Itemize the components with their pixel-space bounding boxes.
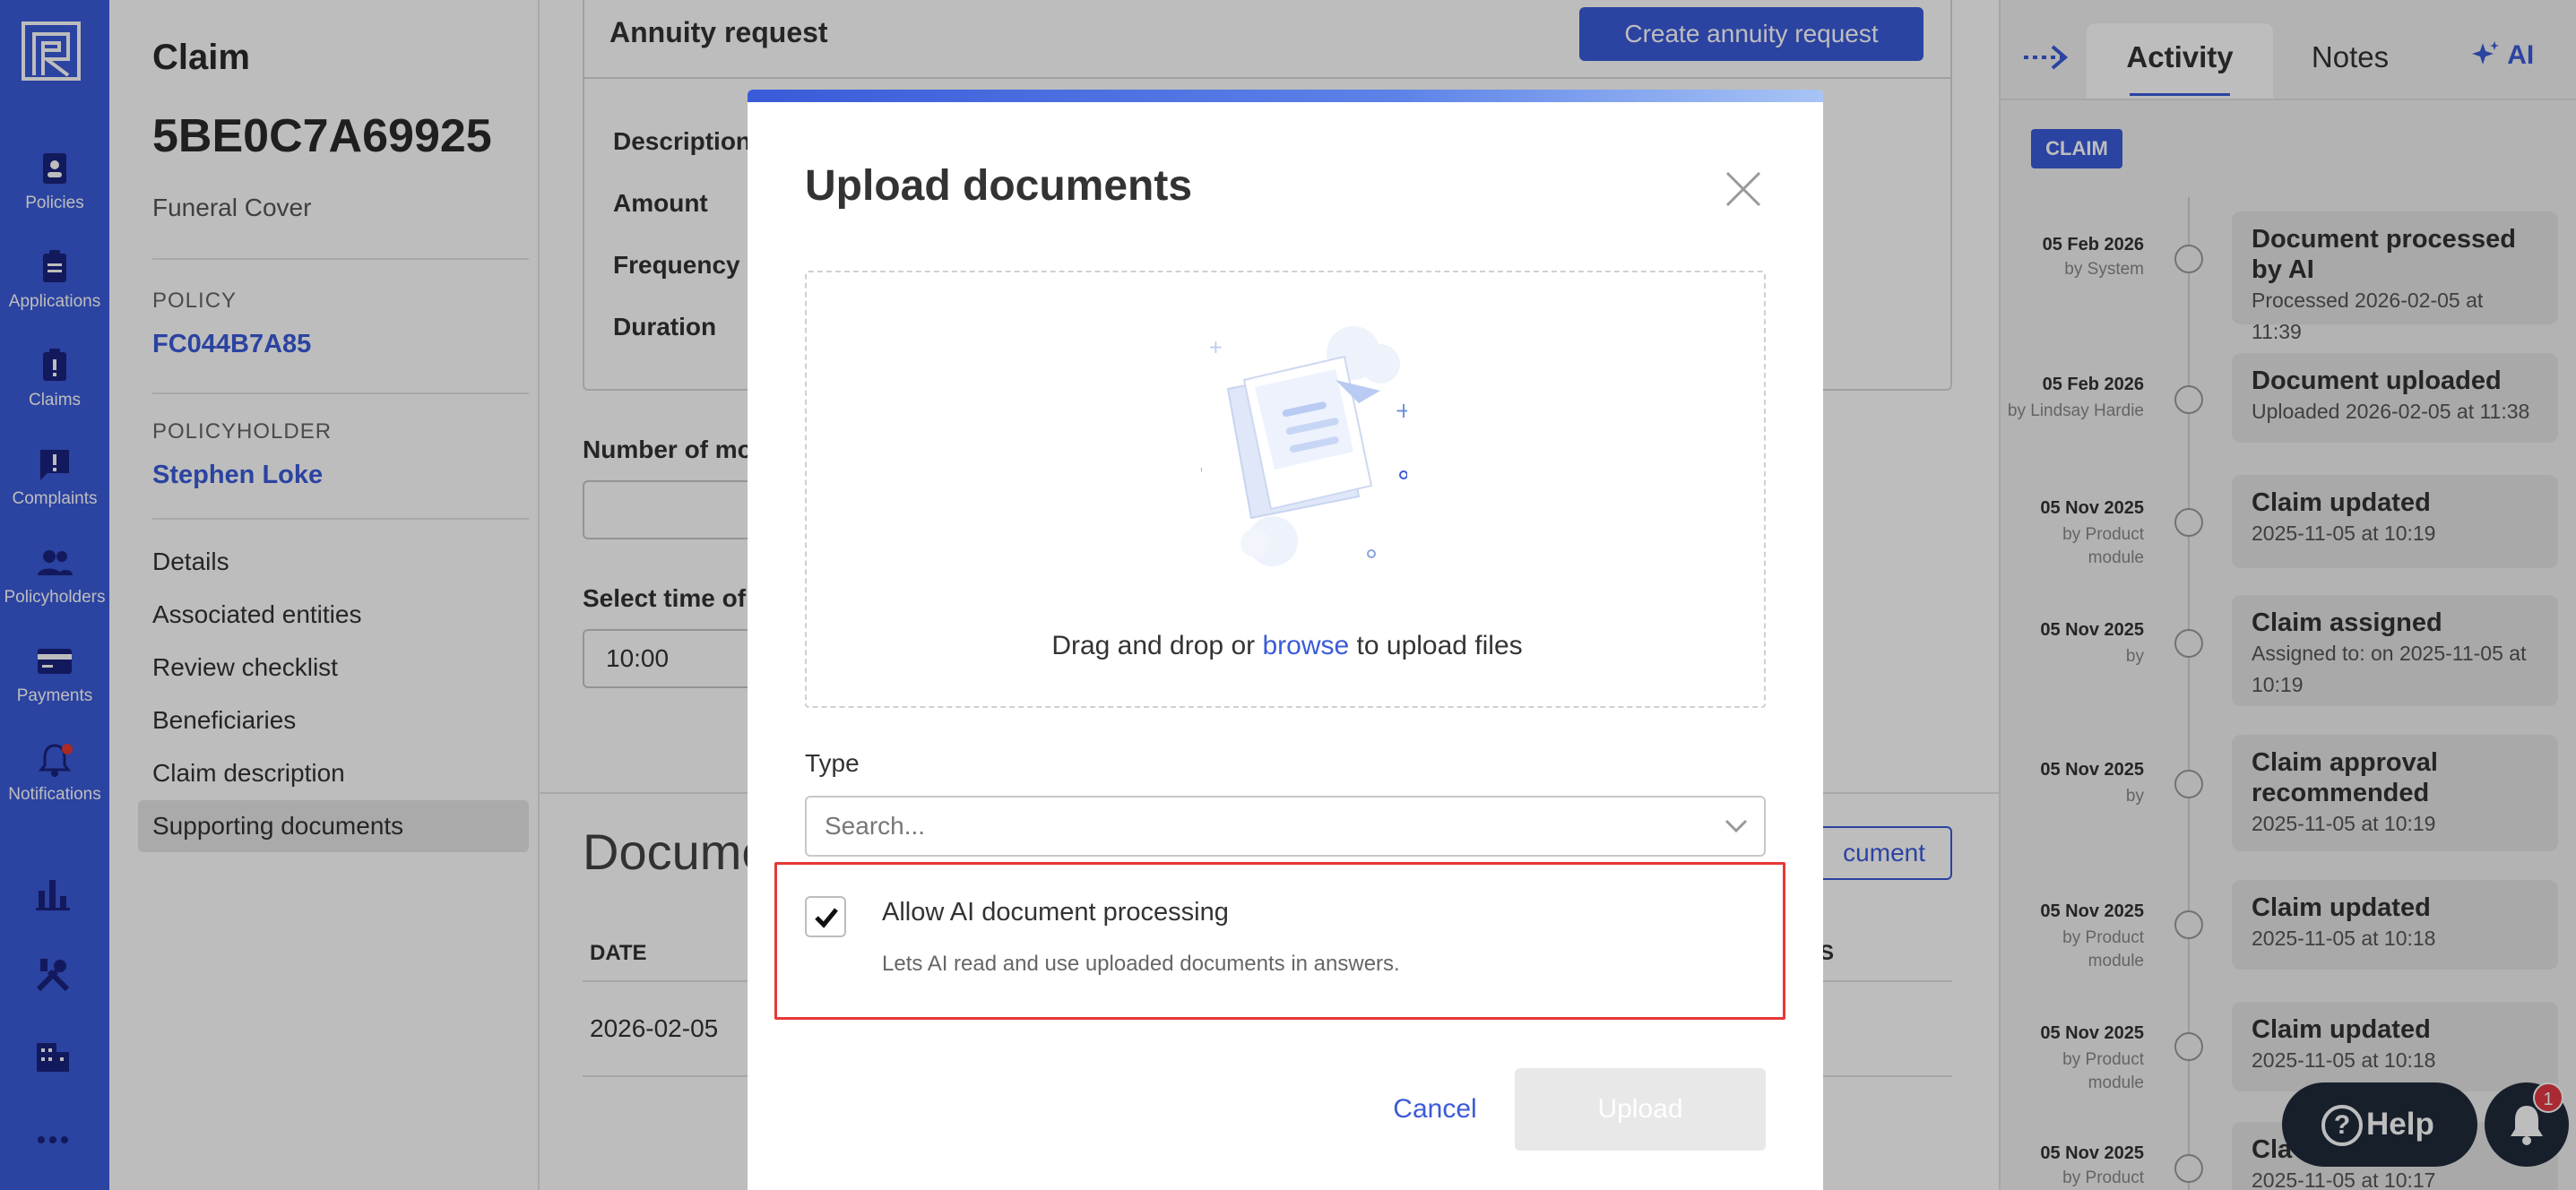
- svg-text:+: +: [1208, 336, 1223, 358]
- checkmark-icon: [815, 908, 838, 928]
- upload-illustration-icon: + +: [1201, 326, 1407, 566]
- chevron-down-icon: [1725, 819, 1748, 833]
- browse-link[interactable]: browse: [1262, 631, 1349, 660]
- modal-accent-bar: [748, 90, 1823, 102]
- type-select[interactable]: Search...: [805, 796, 1766, 857]
- file-dropzone[interactable]: + + Drag and drop or browse to upload fi…: [805, 271, 1766, 708]
- type-label: Type: [805, 749, 860, 777]
- close-icon[interactable]: [1725, 170, 1762, 208]
- svg-text:+: +: [1395, 398, 1407, 423]
- dropzone-text-after: to upload files: [1356, 631, 1523, 660]
- modal-title: Upload documents: [805, 162, 1193, 210]
- ai-processing-highlight: [774, 862, 1785, 1020]
- dropzone-text-before: Drag and drop or: [1051, 631, 1256, 660]
- upload-documents-modal: Upload documents + + Drag and drop or br…: [748, 90, 1823, 1190]
- ai-processing-checkbox[interactable]: [805, 896, 846, 937]
- dropzone-instructions: Drag and drop or browse to upload files: [807, 631, 1768, 661]
- cancel-button[interactable]: Cancel: [1330, 1068, 1540, 1151]
- ai-processing-label[interactable]: Allow AI document processing: [882, 898, 1229, 927]
- upload-button[interactable]: Upload: [1515, 1068, 1766, 1151]
- ai-processing-description: Lets AI read and use uploaded documents …: [882, 952, 1400, 976]
